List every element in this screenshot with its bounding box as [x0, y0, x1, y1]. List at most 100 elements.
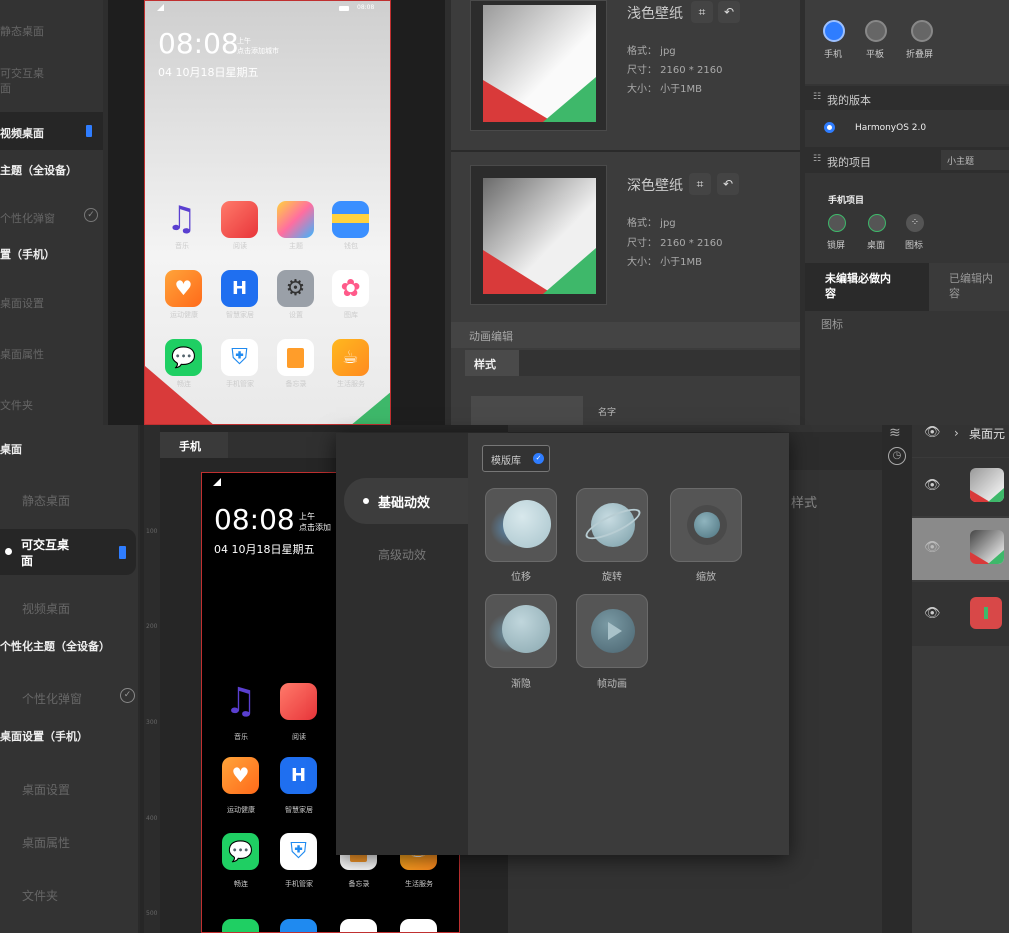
version-value: HarmonyOS 2.0 [855, 123, 927, 133]
signal-icon [213, 478, 221, 486]
health-app-icon[interactable]: ♥ [165, 270, 202, 307]
layer-thumb-red [970, 597, 1002, 629]
layer-row-selected[interactable]: 👁 [912, 518, 1009, 580]
anim-edit-header: 动画编辑 [451, 322, 800, 348]
nav-item-video[interactable]: 视频桌面 [22, 600, 70, 617]
app-label: 图库 [344, 311, 358, 319]
tablet-device-icon[interactable] [865, 20, 887, 42]
effect-translate-tile[interactable] [485, 488, 557, 562]
desktop-icon[interactable] [868, 214, 886, 232]
eye-icon[interactable]: 👁 [924, 425, 941, 440]
nav-item-desk-props[interactable]: 桌面属性 [0, 346, 44, 362]
phone-device-icon[interactable] [823, 20, 845, 42]
phone-manager-app-icon[interactable]: ⛨ [280, 833, 317, 870]
effect-rotate-tile[interactable] [576, 488, 648, 562]
clock-city: 点击添加城市 [237, 47, 279, 55]
app-label: 音乐 [175, 242, 189, 250]
active-dot [363, 498, 369, 504]
health-app-icon[interactable]: ♥ [222, 757, 259, 794]
nav-item-static[interactable]: 静态桌面 [22, 492, 70, 509]
chevron-right-icon[interactable]: › [954, 426, 959, 440]
reading-app-icon[interactable] [221, 201, 258, 238]
smarthome-app-icon[interactable]: H [280, 757, 317, 794]
tab-edited-label: 已编辑内 容 [949, 272, 993, 300]
list-icon: ☷ [813, 154, 822, 164]
layer-row[interactable]: 👁 [912, 582, 1009, 646]
nav-item-static[interactable]: 静态桌面 [0, 23, 44, 39]
scale-icon [694, 512, 720, 538]
app-icon-partial[interactable] [222, 919, 259, 932]
project-type-select[interactable]: 小主题 [941, 150, 1009, 170]
layer-row[interactable]: 👁 [912, 458, 1009, 516]
menu-advanced-effects[interactable]: 高级动效 [378, 544, 426, 563]
layers-breadcrumb: 桌面元 [969, 427, 1006, 441]
dark-wallpaper-title: 深色壁纸 [627, 178, 683, 194]
canvas-tab-phone[interactable]: 手机 [160, 432, 228, 458]
tab-unedited[interactable]: 未编辑必做内 容 [805, 263, 929, 311]
nav-item-interactive-active[interactable]: 可交互桌 面 [0, 529, 136, 575]
effect-scale-tile[interactable] [670, 488, 742, 562]
tab-unedited-label: 未编辑必做内 容 [825, 272, 891, 300]
version-radio[interactable] [824, 122, 835, 133]
clock-ampm: 上午 [237, 37, 251, 45]
status-bar: 08:08 [145, 1, 390, 15]
dark-wallpaper-thumb[interactable] [470, 165, 607, 305]
music-app-icon[interactable]: ♫ [222, 683, 259, 720]
effect-frame-tile[interactable] [576, 594, 648, 668]
crop-icon[interactable]: ⌗ [691, 1, 713, 23]
eye-icon[interactable]: 👁 [924, 478, 941, 493]
name-field-box[interactable] [471, 396, 583, 425]
project-type-value: 小主题 [947, 157, 975, 167]
wallet-app-icon[interactable] [332, 201, 369, 238]
app-icon-partial[interactable] [340, 919, 377, 932]
nav-item-video-active[interactable]: 视频桌面 [0, 112, 103, 150]
eye-icon[interactable]: 👁 [924, 540, 941, 555]
play-icon [591, 609, 635, 653]
clock-time: 08:08 [214, 503, 295, 536]
light-wallpaper-thumb[interactable] [470, 0, 607, 131]
crop-icon[interactable]: ⌗ [689, 173, 711, 195]
app-label: 主题 [289, 242, 303, 250]
light-wallpaper-size: 尺寸： 2160 * 2160 [627, 65, 723, 76]
eye-icon[interactable]: 👁 [924, 606, 941, 621]
nav-item-desk-props[interactable]: 桌面属性 [22, 834, 70, 851]
wallpaper-panel: 浅色壁纸 ⌗ ↶ 格式： jpg 尺寸： 2160 * 2160 大小： 小于1… [451, 0, 800, 425]
top-phone-preview: 08:08 08:08 上午 点击添加城市 04 10月18日星期五 ♫ 音乐 … [144, 0, 391, 425]
right-panel-top: 手机 平板 折叠屏 ☷ 我的版本 HarmonyOS 2.0 ☷ 我的项目 小主… [805, 0, 1009, 425]
nav-item-desk-settings[interactable]: 桌面设置 [0, 295, 44, 311]
smarthome-app-icon[interactable]: H [221, 270, 258, 307]
foldable-device-icon[interactable] [911, 20, 933, 42]
nav-item-folder[interactable]: 文件夹 [22, 887, 58, 904]
music-app-icon[interactable]: ♫ [163, 201, 200, 238]
menu-advanced-label: 高级动效 [378, 548, 427, 562]
app-icon-partial[interactable] [280, 919, 317, 932]
app-icon-partial[interactable] [400, 919, 437, 932]
theme-app-icon[interactable] [277, 201, 314, 238]
device-phone-label: 手机 [824, 50, 843, 60]
gallery-app-icon[interactable]: ✿ [332, 270, 369, 307]
lockscreen-icon[interactable] [828, 214, 846, 232]
undo-icon[interactable]: ↶ [718, 1, 740, 23]
tab-style[interactable]: 样式 [465, 350, 519, 376]
menu-basic-effects[interactable]: 基础动效 [344, 478, 468, 524]
dark-wallpaper-card: 深色壁纸 ⌗ ↶ 格式： jpg 尺寸： 2160 * 2160 大小： 小于1… [451, 152, 800, 322]
dark-wallpaper-image [483, 178, 596, 294]
reading-app-icon[interactable] [280, 683, 317, 720]
icons-icon[interactable]: ⁘ [906, 214, 924, 232]
tab-edited[interactable]: 已编辑内 容 [929, 263, 1009, 311]
template-library-button[interactable]: 模版库 ✓ [482, 445, 550, 472]
version-header-label: 我的版本 [827, 94, 871, 107]
app-label: 阅读 [292, 733, 306, 741]
layers-icon[interactable]: ≋ [889, 425, 901, 441]
settings-app-icon[interactable]: ⚙ [277, 270, 314, 307]
nav-item-interactive[interactable]: 可交互桌 面 [0, 66, 44, 96]
nav-item-folder[interactable]: 文件夹 [0, 397, 33, 413]
nav-item-popup[interactable]: 个性化弹窗 [0, 210, 55, 226]
dark-wallpaper-format: 格式： jpg [627, 218, 676, 229]
messaging-app-icon[interactable]: 💬 [222, 833, 259, 870]
effect-fade-tile[interactable] [485, 594, 557, 668]
nav-item-popup[interactable]: 个性化弹窗 [22, 690, 82, 707]
history-icon[interactable]: ◷ [888, 447, 906, 465]
nav-item-desk-settings[interactable]: 桌面设置 [22, 781, 70, 798]
undo-icon[interactable]: ↶ [717, 173, 739, 195]
